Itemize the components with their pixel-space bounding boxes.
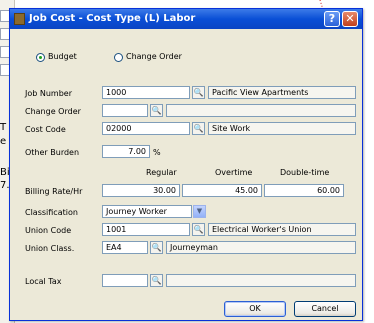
other-burden-label: Other Burden bbox=[25, 148, 80, 157]
cost-code-label: Cost Code bbox=[25, 125, 66, 134]
union-code-input[interactable]: 1001 bbox=[102, 223, 190, 236]
billing-rate-label: Billing Rate/Hr bbox=[25, 187, 83, 196]
background-text: e bbox=[0, 136, 7, 147]
classification-label: Classification bbox=[25, 208, 78, 217]
billing-rate-overtime-input[interactable]: 45.00 bbox=[182, 184, 262, 197]
other-burden-input[interactable]: 7.00 bbox=[102, 145, 150, 158]
dialog-title: Job Cost - Cost Type (L) Labor bbox=[29, 13, 196, 24]
union-class-label: Union Class. bbox=[25, 244, 75, 253]
union-class-lookup-icon[interactable]: 🔍 bbox=[150, 241, 163, 254]
billing-rate-double-time-input[interactable]: 60.00 bbox=[264, 184, 344, 197]
double-time-header: Double-time bbox=[280, 168, 330, 177]
change-order-label: Change Order bbox=[25, 107, 81, 116]
union-code-label: Union Code bbox=[25, 226, 72, 235]
change-order-lookup-icon[interactable]: 🔍 bbox=[150, 104, 163, 117]
background-text: T bbox=[0, 122, 7, 133]
change-order-radio-label[interactable]: Change Order bbox=[126, 52, 182, 61]
budget-radio[interactable] bbox=[36, 53, 45, 62]
union-code-description-field: Electrical Worker's Union bbox=[208, 223, 356, 236]
close-button[interactable]: ✕ bbox=[342, 11, 358, 27]
local-tax-input[interactable] bbox=[102, 274, 148, 287]
local-tax-description-field bbox=[166, 274, 356, 287]
cost-type-dialog: Job Cost - Cost Type (L) Labor ? ✕ Budge… bbox=[9, 8, 363, 321]
cancel-button[interactable]: Cancel bbox=[294, 301, 356, 317]
job-description-field: Pacific View Apartments bbox=[208, 86, 356, 99]
chevron-down-icon[interactable]: ▼ bbox=[193, 205, 206, 218]
change-order-radio[interactable] bbox=[114, 53, 123, 62]
title-bar[interactable]: Job Cost - Cost Type (L) Labor ? ✕ bbox=[10, 9, 362, 29]
change-order-description-field bbox=[166, 104, 356, 117]
job-number-input[interactable]: 1000 bbox=[102, 86, 190, 99]
job-number-lookup-icon[interactable]: 🔍 bbox=[192, 86, 205, 99]
ok-button[interactable]: OK bbox=[224, 301, 286, 317]
billing-rate-regular-input[interactable]: 30.00 bbox=[102, 184, 180, 197]
classification-select[interactable]: Journey Worker bbox=[102, 205, 192, 218]
regular-header: Regular bbox=[146, 168, 177, 177]
local-tax-label: Local Tax bbox=[25, 277, 62, 286]
cost-code-input[interactable]: 02000 bbox=[102, 122, 190, 135]
change-order-input[interactable] bbox=[102, 104, 148, 117]
other-burden-unit: % bbox=[153, 148, 161, 157]
union-code-lookup-icon[interactable]: 🔍 bbox=[192, 223, 205, 236]
app-icon bbox=[14, 13, 25, 25]
overtime-header: Overtime bbox=[215, 168, 253, 177]
help-button[interactable]: ? bbox=[324, 11, 340, 27]
local-tax-lookup-icon[interactable]: 🔍 bbox=[150, 274, 163, 287]
union-class-input[interactable]: EA4 bbox=[102, 241, 148, 254]
job-number-label: Job Number bbox=[25, 89, 73, 98]
union-class-description-field: Journeyman bbox=[166, 241, 356, 254]
budget-radio-label[interactable]: Budget bbox=[48, 52, 77, 61]
cost-code-lookup-icon[interactable]: 🔍 bbox=[192, 122, 205, 135]
cost-code-description-field: Site Work bbox=[208, 122, 356, 135]
